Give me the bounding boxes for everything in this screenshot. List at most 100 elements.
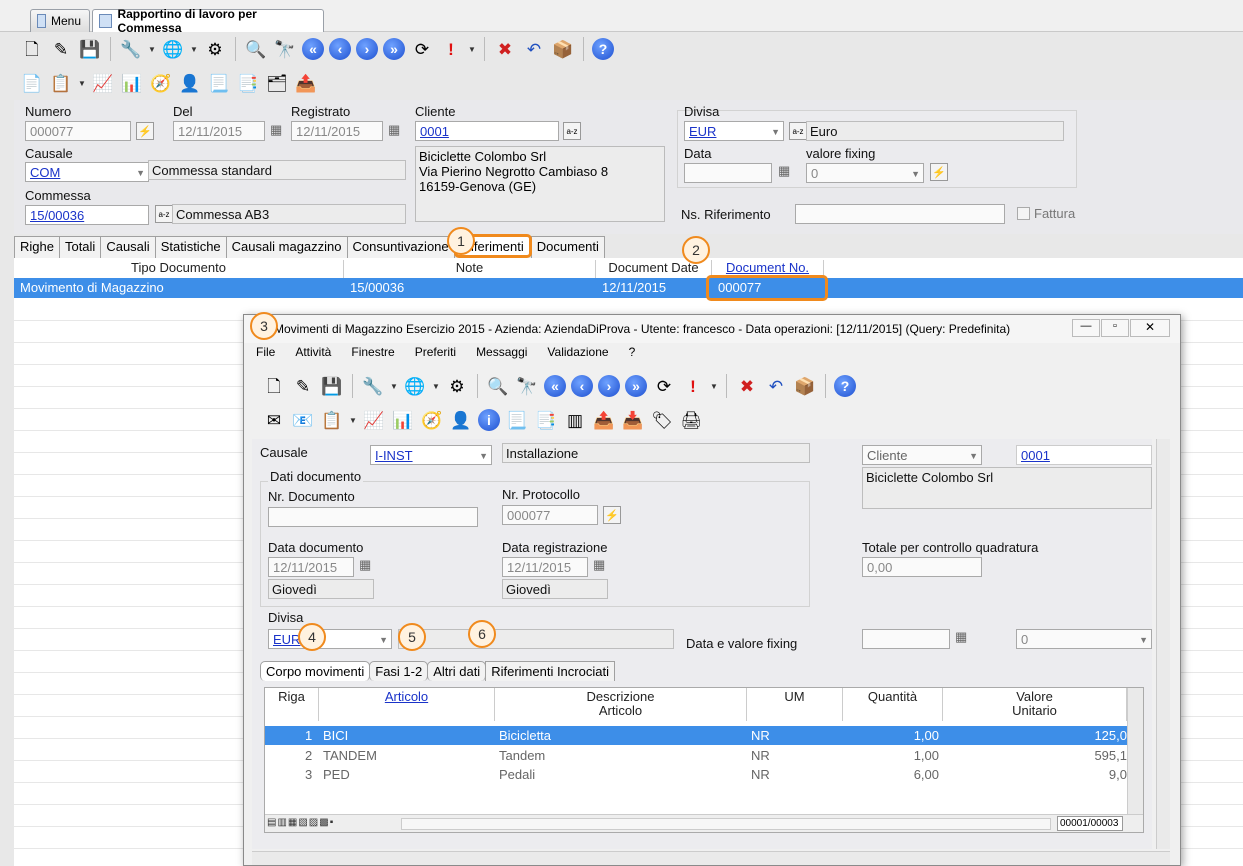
fixing-value-combo[interactable]: 0 ▼ (1016, 629, 1152, 649)
chevron-down-icon[interactable]: ▼ (710, 382, 718, 391)
menu-help[interactable]: ? (629, 345, 636, 367)
numero-field[interactable]: 000077 (25, 121, 131, 141)
tools-icon[interactable]: 🔧 (119, 37, 143, 61)
column-header-riga[interactable]: Riga (265, 688, 319, 721)
help-icon[interactable]: ? (592, 38, 614, 60)
alert-icon[interactable]: ! (681, 374, 705, 398)
column-header-articolo[interactable]: Articolo (319, 688, 495, 721)
document-forward-icon[interactable]: 📥 (621, 408, 645, 432)
calendar-icon[interactable]: ▦ (955, 629, 967, 645)
fattura-checkbox[interactable] (1017, 207, 1030, 220)
chevron-down-icon[interactable]: ▼ (432, 382, 440, 391)
delete-icon[interactable]: ✖ (493, 37, 517, 61)
document-arrow-icon[interactable]: 📤 (294, 71, 318, 95)
document-find-icon[interactable]: 📑 (236, 71, 260, 95)
chevron-down-icon[interactable]: ▼ (78, 79, 86, 88)
document-tools-icon[interactable]: 🗂 (265, 71, 289, 95)
binoculars-icon[interactable]: 🔭 (515, 374, 539, 398)
valore-fixing-combo[interactable]: 0 ▼ (806, 163, 924, 183)
chevron-down-icon[interactable]: ▼ (468, 45, 476, 54)
tab-consuntivazione[interactable]: Consuntivazione (346, 236, 455, 258)
table-row[interactable]: 1 BICI Bicicletta NR 1,00 125,0 (265, 726, 1127, 745)
cliente-code-field[interactable]: 0001 (1016, 445, 1152, 465)
info-icon[interactable]: i (478, 409, 500, 431)
user-icon[interactable]: 👤 (449, 408, 473, 432)
help-icon[interactable]: ? (834, 375, 856, 397)
next-record-icon[interactable]: › (356, 38, 378, 60)
undo-icon[interactable]: ↶ (522, 37, 546, 61)
form-vertical-scrollbar[interactable] (1156, 439, 1170, 849)
column-header-valore[interactable]: Valore Unitario (943, 688, 1127, 721)
chart-alt-icon[interactable]: 📊 (120, 71, 144, 95)
new-document-icon[interactable]: 🗋 (262, 374, 286, 398)
mail-icon[interactable]: 📧 (291, 408, 315, 432)
table-row[interactable]: Movimento di Magazzino 15/00036 12/11/20… (14, 275, 1243, 301)
compass-icon[interactable]: 🧭 (420, 408, 444, 432)
tab-rapportino[interactable]: Rapportino di lavoro per Commessa (92, 7, 324, 35)
barcode-icon[interactable]: ▥ (563, 408, 587, 432)
save-icon[interactable]: 💾 (320, 374, 344, 398)
search-icon[interactable]: 🔍 (244, 37, 268, 61)
tab-causali[interactable]: Causali (100, 236, 156, 258)
totale-field[interactable]: 0,00 (862, 557, 982, 577)
chevron-down-icon[interactable]: ▼ (148, 45, 156, 54)
compass-icon[interactable]: 🧭 (149, 71, 173, 95)
binoculars-icon[interactable]: 🔭 (273, 37, 297, 61)
tab-altri-dati[interactable]: Altri dati (427, 661, 487, 681)
first-record-icon[interactable]: « (544, 375, 566, 397)
cliente-type-combo[interactable]: Cliente ▼ (862, 445, 982, 465)
save-icon[interactable]: 💾 (78, 37, 102, 61)
lightning-icon[interactable]: ⚡ (930, 163, 948, 181)
menu-validazione[interactable]: Validazione (547, 345, 608, 367)
lookup-icon[interactable]: a-z (789, 122, 807, 140)
calendar-icon[interactable]: ▦ (359, 557, 371, 573)
close-button[interactable]: ✕ (1130, 319, 1170, 337)
alert-icon[interactable]: ! (439, 37, 463, 61)
column-header-quantita[interactable]: Quantità (843, 688, 943, 721)
nr-protocollo-field[interactable]: 000077 (502, 505, 598, 525)
menu-file[interactable]: File (256, 345, 275, 367)
tab-totali[interactable]: Totali (58, 236, 102, 258)
document-search-icon[interactable]: 📃 (505, 408, 529, 432)
calendar-icon[interactable]: ▦ (270, 122, 282, 138)
lightning-icon[interactable]: ⚡ (136, 122, 154, 140)
del-date-field[interactable]: 12/11/2015 (173, 121, 265, 141)
menu-preferiti[interactable]: Preferiti (415, 345, 456, 367)
causale-combo[interactable]: I-INST ▼ (370, 445, 492, 465)
scanner-icon[interactable]: 🖨 (679, 408, 703, 432)
tag-icon[interactable]: 🏷 (650, 408, 674, 432)
data-field[interactable] (684, 163, 772, 183)
first-record-icon[interactable]: « (302, 38, 324, 60)
data-registrazione-field[interactable]: 12/11/2015 (502, 557, 588, 577)
last-record-icon[interactable]: » (625, 375, 647, 397)
document-arrow-icon[interactable]: 📤 (592, 408, 616, 432)
edit-icon[interactable]: ✎ (49, 37, 73, 61)
column-header-um[interactable]: UM (747, 688, 843, 721)
chevron-down-icon[interactable]: ▼ (390, 382, 398, 391)
menu-messaggi[interactable]: Messaggi (476, 345, 527, 367)
lookup-icon[interactable]: a-z (155, 205, 173, 223)
lookup-icon[interactable]: a-z (563, 122, 581, 140)
undo-icon[interactable]: ↶ (764, 374, 788, 398)
chart-icon[interactable]: 📈 (362, 408, 386, 432)
tools-icon[interactable]: 🔧 (361, 374, 385, 398)
previous-record-icon[interactable]: ‹ (329, 38, 351, 60)
ns-riferimento-field[interactable] (795, 204, 1005, 224)
user-icon[interactable]: 👤 (178, 71, 202, 95)
document-search-icon[interactable]: 📃 (207, 71, 231, 95)
calendar-icon[interactable]: ▦ (778, 163, 790, 179)
refresh-icon[interactable]: ⟳ (652, 374, 676, 398)
data-fixing-field[interactable] (862, 629, 950, 649)
clipboard-icon[interactable]: 📋 (49, 71, 73, 95)
tab-menu[interactable]: Menu (30, 9, 90, 32)
next-record-icon[interactable]: › (598, 375, 620, 397)
previous-record-icon[interactable]: ‹ (571, 375, 593, 397)
calendar-icon[interactable]: ▦ (593, 557, 605, 573)
cliente-code-field[interactable]: 0001 (415, 121, 559, 141)
chevron-down-icon[interactable]: ▼ (349, 416, 357, 425)
column-header-note[interactable]: Note (344, 260, 596, 278)
package-icon[interactable]: 📦 (793, 374, 817, 398)
menu-attivita[interactable]: Attività (295, 345, 331, 367)
restore-button[interactable]: ▫ (1101, 319, 1129, 337)
new-document-icon[interactable]: 🗋 (20, 37, 44, 61)
